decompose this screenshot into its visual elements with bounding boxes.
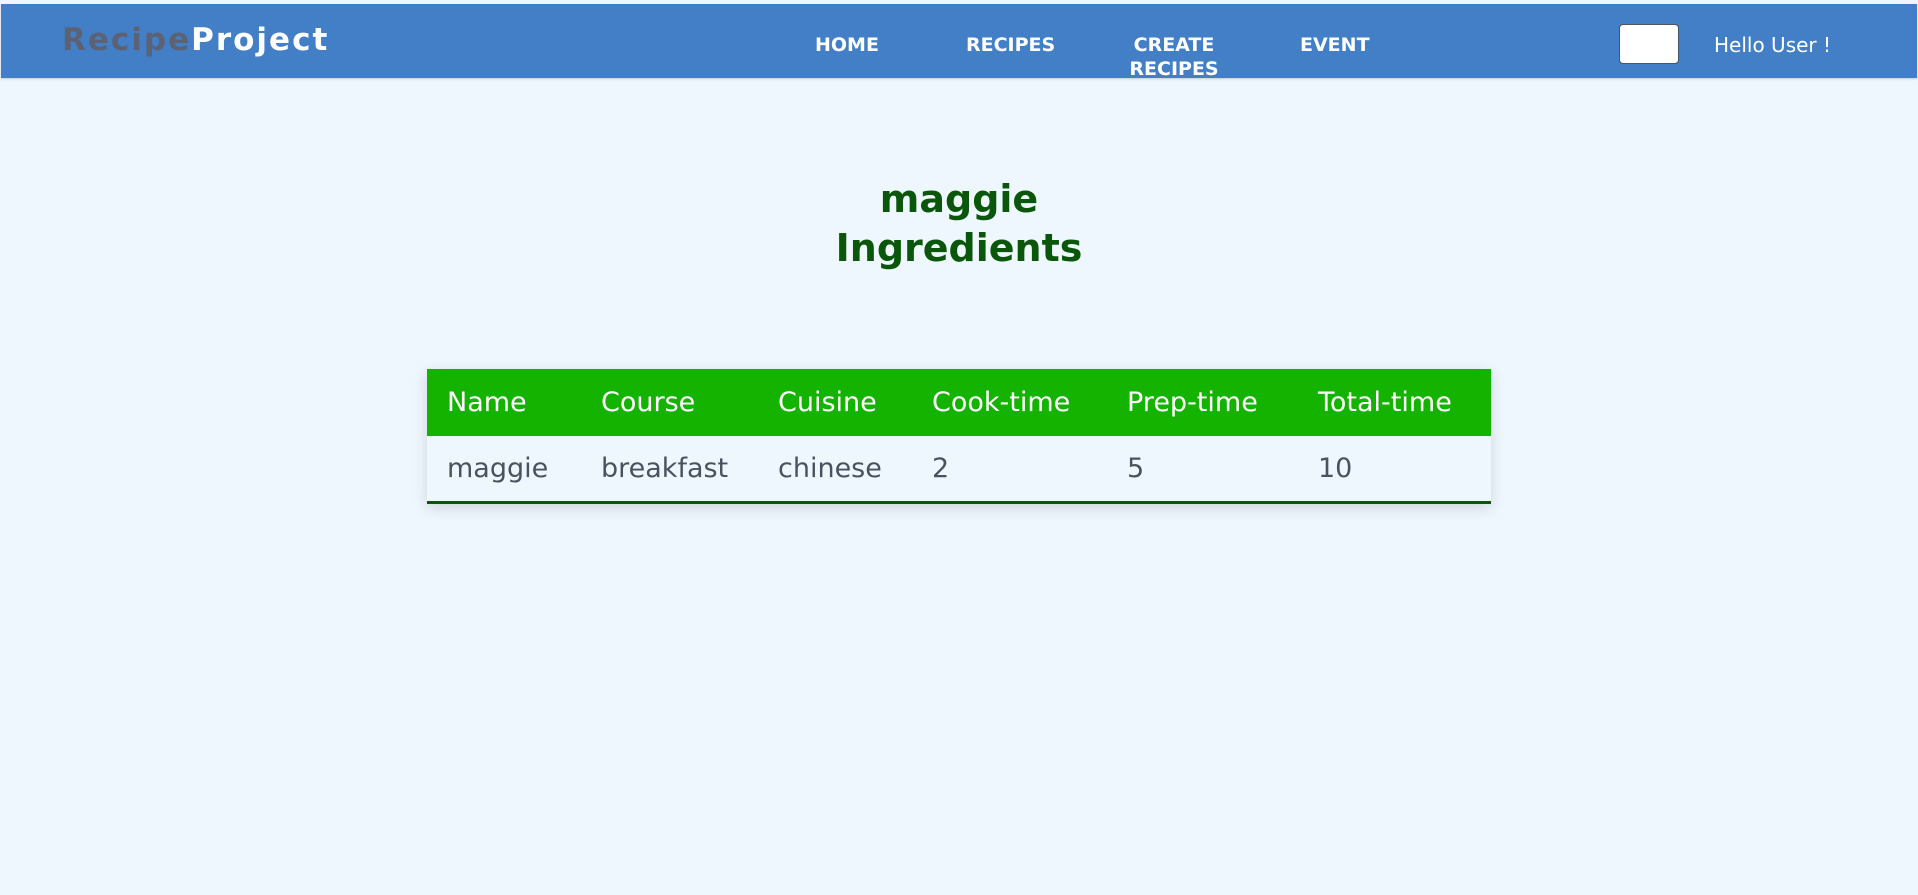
cell-prep-time: 5 <box>1107 436 1298 504</box>
column-header-name: Name <box>427 369 581 436</box>
brand-logo-part-project: Project <box>191 22 330 58</box>
nav-create-recipes-label-line1: CREATE <box>1133 34 1215 56</box>
nav-recipes-link[interactable]: RECIPES <box>966 33 1055 57</box>
column-header-prep-time: Prep-time <box>1107 369 1298 436</box>
user-greeting: Hello User ! <box>1714 33 1832 57</box>
search-input[interactable] <box>1619 24 1679 64</box>
column-header-cook-time: Cook-time <box>912 369 1107 436</box>
table-header-row: Name Course Cuisine Cook-time Prep-time … <box>427 369 1491 436</box>
table-row: maggie breakfast chinese 2 5 10 <box>427 436 1491 504</box>
brand-logo-part-recipe: Recipe <box>62 22 192 58</box>
column-header-total-time: Total-time <box>1298 369 1491 436</box>
cell-cook-time: 2 <box>912 436 1107 504</box>
recipe-name-title: maggie <box>879 177 1039 221</box>
column-header-cuisine: Cuisine <box>758 369 912 436</box>
cell-total-time: 10 <box>1298 436 1491 504</box>
nav-event-link[interactable]: EVENT <box>1300 33 1370 57</box>
recipe-table-card: Name Course Cuisine Cook-time Prep-time … <box>427 369 1491 504</box>
brand-logo[interactable]: RecipeProject <box>62 22 329 58</box>
nav-home-link[interactable]: HOME <box>815 33 879 57</box>
cell-course: breakfast <box>581 436 758 504</box>
nav-create-recipes-label-line2: RECIPES <box>1129 58 1219 80</box>
recipe-table: Name Course Cuisine Cook-time Prep-time … <box>427 369 1491 504</box>
ingredients-title: Ingredients <box>835 226 1083 270</box>
cell-cuisine: chinese <box>758 436 912 504</box>
page: RecipeProject HOME RECIPES CREATE RECIPE… <box>0 0 1918 895</box>
navbar: RecipeProject HOME RECIPES CREATE RECIPE… <box>1 4 1917 81</box>
nav-create-recipes-link[interactable]: CREATE RECIPES <box>1125 33 1223 81</box>
page-title: maggie Ingredients <box>759 175 1159 273</box>
cell-name: maggie <box>427 436 581 504</box>
column-header-course: Course <box>581 369 758 436</box>
